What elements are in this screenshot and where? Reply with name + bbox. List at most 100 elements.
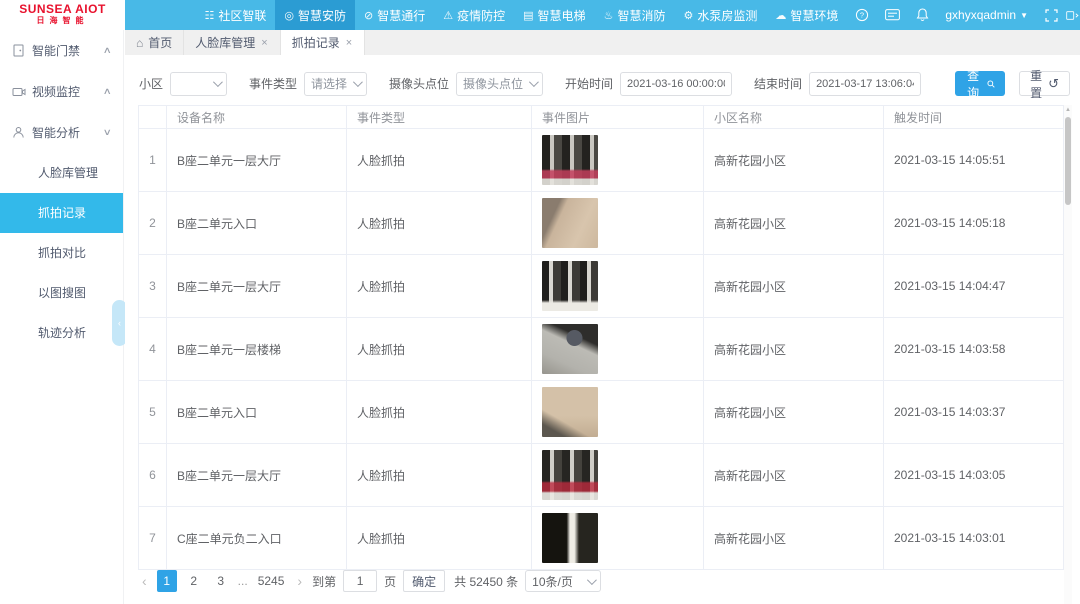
elevator-icon: ▤ bbox=[523, 9, 533, 22]
page-button-last[interactable]: 5245 bbox=[255, 570, 288, 592]
cell-event: 人脸抓拍 bbox=[347, 255, 532, 318]
community-select[interactable] bbox=[170, 72, 227, 96]
sidebar-item-image-search[interactable]: 以图搜图 bbox=[0, 273, 123, 313]
cloud-icon: ☁ bbox=[775, 9, 786, 22]
tab-home[interactable]: ⌂ 首页 bbox=[125, 30, 184, 55]
table-row[interactable]: 3 B座二单元一层大厅 人脸抓拍 高新花园小区 2021-03-15 14:04… bbox=[139, 255, 1064, 318]
search-button[interactable]: 查询 bbox=[955, 71, 1005, 96]
cell-device: B座二单元一层楼梯 bbox=[167, 318, 347, 381]
nav-item-community-link[interactable]: ☷ 社区智联 bbox=[196, 0, 276, 30]
nav-item-smart-passage[interactable]: ⊘ 智慧通行 bbox=[355, 0, 434, 30]
select-placeholder: 摄像头点位 bbox=[463, 75, 523, 92]
camera-icon bbox=[12, 86, 32, 98]
cell-community: 高新花园小区 bbox=[704, 255, 884, 318]
sidebar-item-track-analysis[interactable]: 轨迹分析 bbox=[0, 313, 123, 353]
table-header-row: 设备名称 事件类型 事件图片 小区名称 触发时间 bbox=[139, 106, 1064, 129]
prev-page-icon[interactable]: ‹ bbox=[139, 573, 150, 589]
capture-thumbnail[interactable] bbox=[542, 450, 598, 500]
fullscreen-icon[interactable] bbox=[1036, 0, 1066, 30]
caret-down-icon: ▼ bbox=[1020, 11, 1028, 20]
tab-capture-records[interactable]: 抓拍记录 × bbox=[281, 30, 365, 55]
logout-icon[interactable] bbox=[1066, 0, 1080, 30]
chevron-down-icon bbox=[213, 77, 223, 87]
capture-thumbnail[interactable] bbox=[542, 513, 598, 563]
filter-bar: 小区 事件类型 请选择 摄像头点位 摄像头点位 开始时间 结束时间 bbox=[139, 71, 1070, 96]
table-scrollbar[interactable]: ▲ bbox=[1064, 105, 1072, 604]
table-row[interactable]: 1 B座二单元一层大厅 人脸抓拍 高新花园小区 2021-03-15 14:05… bbox=[139, 129, 1064, 192]
capture-thumbnail[interactable] bbox=[542, 324, 598, 374]
sidebar-item-smart-analysis[interactable]: 智能分析 ∨ bbox=[0, 112, 123, 153]
start-time-label: 开始时间 bbox=[565, 75, 613, 92]
camera-select[interactable]: 摄像头点位 bbox=[456, 72, 543, 96]
nav-item-epidemic-control[interactable]: ⚠ 疫情防控 bbox=[434, 0, 514, 30]
header-device: 设备名称 bbox=[167, 106, 347, 129]
cell-time: 2021-03-15 14:04:47 bbox=[884, 255, 1064, 318]
cell-community: 高新花园小区 bbox=[704, 381, 884, 444]
sidebar-item-video-monitor[interactable]: 视频监控 ∧ bbox=[0, 71, 123, 112]
nav-item-smart-elevator[interactable]: ▤ 智慧电梯 bbox=[514, 0, 594, 30]
goto-page-input[interactable] bbox=[343, 570, 377, 592]
page-button-1[interactable]: 1 bbox=[157, 570, 177, 592]
user-menu[interactable]: gxhyxqadmin ▼ bbox=[937, 0, 1036, 30]
cell-event: 人脸抓拍 bbox=[347, 318, 532, 381]
table-row[interactable]: 5 B座二单元入口 人脸抓拍 高新花园小区 2021-03-15 14:03:3… bbox=[139, 381, 1064, 444]
scroll-up-icon[interactable]: ▲ bbox=[1064, 105, 1072, 115]
capture-thumbnail[interactable] bbox=[542, 198, 598, 248]
next-page-icon[interactable]: › bbox=[294, 573, 305, 589]
page-button-2[interactable]: 2 bbox=[184, 570, 204, 592]
goto-prefix-label: 到第 bbox=[312, 573, 336, 590]
start-time-input[interactable] bbox=[620, 72, 732, 96]
tab-label: 首页 bbox=[148, 34, 172, 51]
goto-confirm-button[interactable]: 确定 bbox=[403, 570, 445, 592]
shield-icon: ◎ bbox=[284, 9, 294, 22]
select-placeholder: 请选择 bbox=[311, 75, 347, 92]
cell-device: B座二单元入口 bbox=[167, 381, 347, 444]
nav-label: 疫情防控 bbox=[457, 7, 505, 24]
event-type-select[interactable]: 请选择 bbox=[304, 72, 367, 96]
main-content: 小区 事件类型 请选择 摄像头点位 摄像头点位 开始时间 结束时间 bbox=[125, 55, 1080, 604]
page-button-3[interactable]: 3 bbox=[211, 570, 231, 592]
cell-community: 高新花园小区 bbox=[704, 507, 884, 570]
nav-label: 智慧通行 bbox=[377, 7, 425, 24]
close-icon[interactable]: × bbox=[260, 37, 268, 49]
table-row[interactable]: 4 B座二单元一层楼梯 人脸抓拍 高新花园小区 2021-03-15 14:03… bbox=[139, 318, 1064, 381]
home-icon: ⌂ bbox=[136, 36, 143, 50]
cell-event: 人脸抓拍 bbox=[347, 507, 532, 570]
page-size-select[interactable]: 10条/页 bbox=[525, 570, 601, 592]
nav-item-pump-monitor[interactable]: ⚙ 水泵房监测 bbox=[674, 0, 766, 30]
community-filter-label: 小区 bbox=[139, 75, 163, 92]
table-row[interactable]: 7 C座二单元负二入口 人脸抓拍 高新花园小区 2021-03-15 14:03… bbox=[139, 507, 1064, 570]
username: gxhyxqadmin bbox=[945, 8, 1016, 22]
capture-thumbnail[interactable] bbox=[542, 261, 598, 311]
capture-thumbnail[interactable] bbox=[542, 135, 598, 185]
pump-icon: ⚙ bbox=[683, 9, 693, 22]
cell-time: 2021-03-15 14:03:05 bbox=[884, 444, 1064, 507]
end-time-input[interactable] bbox=[809, 72, 921, 96]
reset-icon: ↺ bbox=[1048, 76, 1059, 92]
scrollbar-thumb[interactable] bbox=[1065, 117, 1071, 205]
cell-event: 人脸抓拍 bbox=[347, 192, 532, 255]
close-icon[interactable]: × bbox=[345, 37, 353, 49]
row-index: 7 bbox=[139, 507, 167, 570]
cell-time: 2021-03-15 14:03:37 bbox=[884, 381, 1064, 444]
tab-face-library[interactable]: 人脸库管理 × bbox=[184, 30, 280, 55]
nav-item-smart-fire[interactable]: ♨ 智慧消防 bbox=[595, 0, 675, 30]
nav-item-smart-environment[interactable]: ☁ 智慧环境 bbox=[766, 0, 847, 30]
message-icon[interactable] bbox=[877, 0, 907, 30]
capture-records-table: 设备名称 事件类型 事件图片 小区名称 触发时间 1 B座二单元一层大厅 人脸抓… bbox=[138, 105, 1064, 570]
help-icon[interactable]: ? bbox=[847, 0, 877, 30]
end-time-label: 结束时间 bbox=[754, 75, 802, 92]
chevron-up-icon: ∧ bbox=[103, 86, 112, 97]
table-row[interactable]: 2 B座二单元入口 人脸抓拍 高新花园小区 2021-03-15 14:05:1… bbox=[139, 192, 1064, 255]
sidebar-item-capture-records[interactable]: 抓拍记录 bbox=[0, 193, 123, 233]
sidebar-item-capture-compare[interactable]: 抓拍对比 bbox=[0, 233, 123, 273]
table-row[interactable]: 6 B座二单元一层大厅 人脸抓拍 高新花园小区 2021-03-15 14:03… bbox=[139, 444, 1064, 507]
cell-event: 人脸抓拍 bbox=[347, 129, 532, 192]
nav-item-smart-security[interactable]: ◎ 智慧安防 bbox=[275, 0, 355, 30]
sidebar-item-access-control[interactable]: 智能门禁 ∧ bbox=[0, 30, 123, 71]
header-time: 触发时间 bbox=[884, 106, 1064, 129]
bell-icon[interactable] bbox=[907, 0, 937, 30]
capture-thumbnail[interactable] bbox=[542, 387, 598, 437]
reset-button[interactable]: 重置 ↺ bbox=[1019, 71, 1070, 96]
sidebar-item-face-library[interactable]: 人脸库管理 bbox=[0, 153, 123, 193]
